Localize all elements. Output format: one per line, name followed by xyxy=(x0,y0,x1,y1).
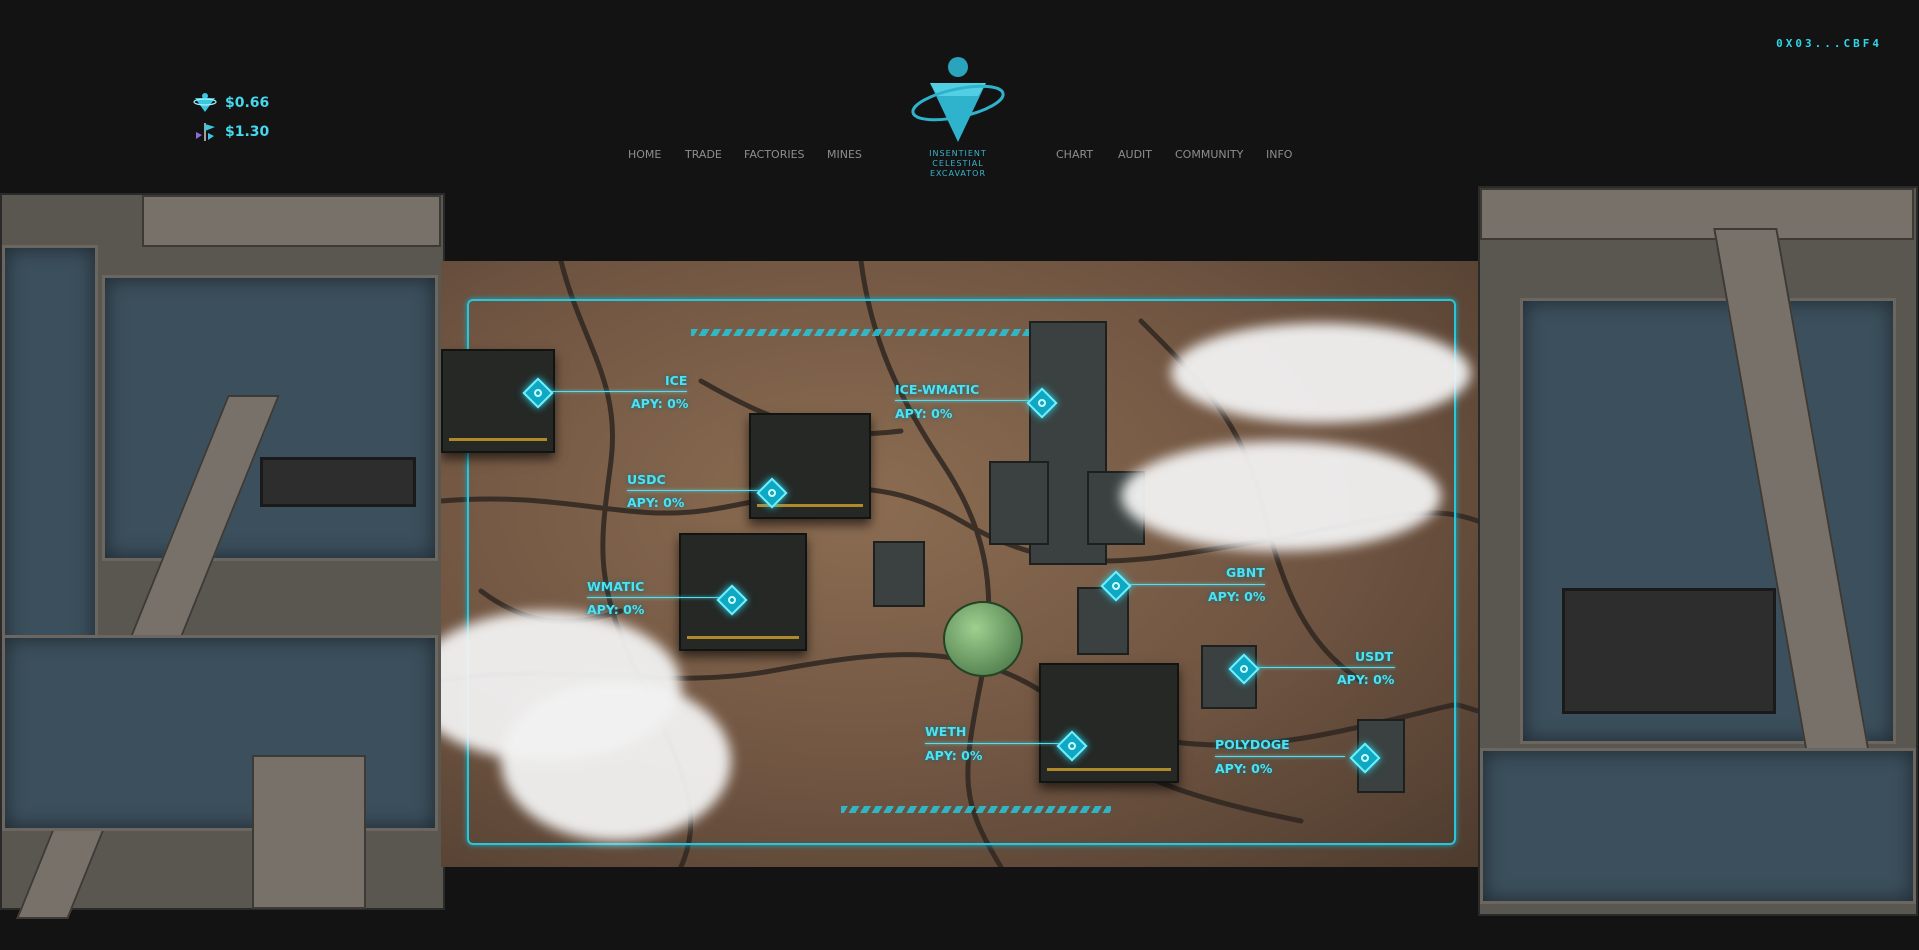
mines-map: ICE APY: 0% ICE-WMATIC APY: 0% USDC APY:… xyxy=(441,261,1478,867)
panel-slab xyxy=(2,635,438,831)
cloud xyxy=(1171,323,1471,423)
pool-gbnt-line xyxy=(1117,584,1265,585)
pool-ice-wmatic-name: ICE-WMATIC xyxy=(895,382,980,397)
pool-usdc-apy: APY: 0% xyxy=(627,495,685,510)
pool-gbnt-name: GBNT xyxy=(1226,565,1265,580)
nav-trade[interactable]: TRADE xyxy=(685,148,722,161)
right-decor-panel xyxy=(1478,186,1918,916)
pool-usdc-line xyxy=(627,490,767,491)
left-decor-panel xyxy=(0,193,445,919)
panel-screen xyxy=(1562,588,1776,714)
brand-name: INSENTIENT CELESTIAL EXCAVATOR xyxy=(902,149,1014,179)
pool-polydoge-apy: APY: 0% xyxy=(1215,761,1273,776)
pool-ice-wmatic-apy: APY: 0% xyxy=(895,406,953,421)
ice-price: $0.66 xyxy=(193,88,269,117)
wallet-address-button[interactable]: 0X03...CBF4 xyxy=(1776,37,1882,50)
cloud xyxy=(501,681,731,841)
pool-ice-wmatic-line xyxy=(895,400,1035,401)
pool-wmatic-line xyxy=(587,597,727,598)
panel-slab xyxy=(2,245,98,671)
pool-wmatic-apy: APY: 0% xyxy=(587,602,645,617)
pool-weth-apy: APY: 0% xyxy=(925,748,983,763)
small-structure xyxy=(873,541,925,607)
pool-polydoge-line xyxy=(1215,756,1345,757)
pool-usdt-name: USDT xyxy=(1355,649,1394,664)
wmatic-mine-building xyxy=(679,533,807,651)
pool-gbnt-apy: APY: 0% xyxy=(1208,589,1266,604)
panel-foot-rib xyxy=(252,755,366,909)
pool-polydoge-name: POLYDOGE xyxy=(1215,737,1290,752)
pool-ice-name: ICE xyxy=(665,373,688,388)
token-prices: $0.66 $1.30 xyxy=(193,88,269,146)
ice-logo-icon xyxy=(911,57,1005,142)
ice-price-value: $0.66 xyxy=(225,94,270,111)
tower-annex xyxy=(989,461,1049,545)
pool-ice-line xyxy=(541,391,687,392)
nav-home[interactable]: HOME xyxy=(628,148,661,161)
pool-wmatic-name: WMATIC xyxy=(587,579,645,594)
nav-chart[interactable]: CHART xyxy=(1056,148,1093,161)
pool-usdc-name: USDC xyxy=(627,472,666,487)
pool-weth-name: WETH xyxy=(925,724,967,739)
pool-ice-apy: APY: 0% xyxy=(631,396,689,411)
nav-mines[interactable]: MINES xyxy=(827,148,862,161)
nav-audit[interactable]: AUDIT xyxy=(1118,148,1152,161)
weth-mine-building xyxy=(1039,663,1179,783)
matic-price: $1.30 xyxy=(193,117,269,146)
nav-info[interactable]: INFO xyxy=(1266,148,1292,161)
panel-top-rib xyxy=(1480,188,1914,240)
panel-screen xyxy=(260,457,416,507)
nav-community[interactable]: COMMUNITY xyxy=(1175,148,1243,161)
panel-top-rib xyxy=(142,195,441,247)
pool-usdt-apy: APY: 0% xyxy=(1337,672,1395,687)
matic-price-value: $1.30 xyxy=(225,123,270,140)
ice-token-icon xyxy=(193,92,217,112)
nav-factories[interactable]: FACTORIES xyxy=(744,148,805,161)
hud-hatch-bottom xyxy=(841,806,1111,813)
gbnt-structure xyxy=(1077,587,1129,655)
brand-logo[interactable]: INSENTIENT CELESTIAL EXCAVATOR xyxy=(902,56,1014,179)
pool-usdt-line xyxy=(1249,667,1395,668)
pool-weth-line xyxy=(925,743,1065,744)
matic-flag-icon xyxy=(196,122,215,141)
green-dome xyxy=(943,601,1023,677)
cloud xyxy=(1121,441,1441,551)
brand-name-line1: INSENTIENT CELESTIAL xyxy=(929,149,987,168)
brand-name-line2: EXCAVATOR xyxy=(929,169,987,178)
panel-slab xyxy=(1480,748,1916,904)
